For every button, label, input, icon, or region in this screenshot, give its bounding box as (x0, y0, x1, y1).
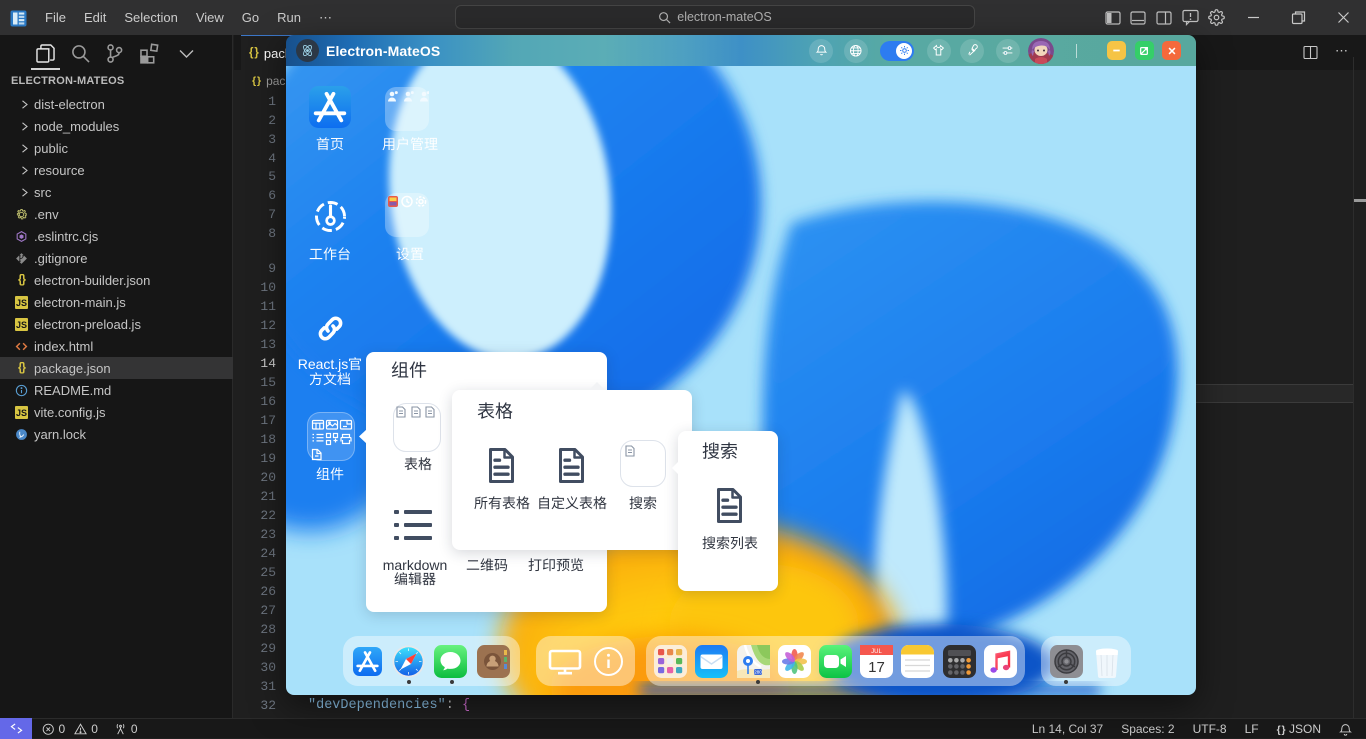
svg-text:280: 280 (754, 669, 762, 674)
svg-text:JUL: JUL (871, 648, 882, 654)
svg-text:17: 17 (868, 659, 885, 676)
